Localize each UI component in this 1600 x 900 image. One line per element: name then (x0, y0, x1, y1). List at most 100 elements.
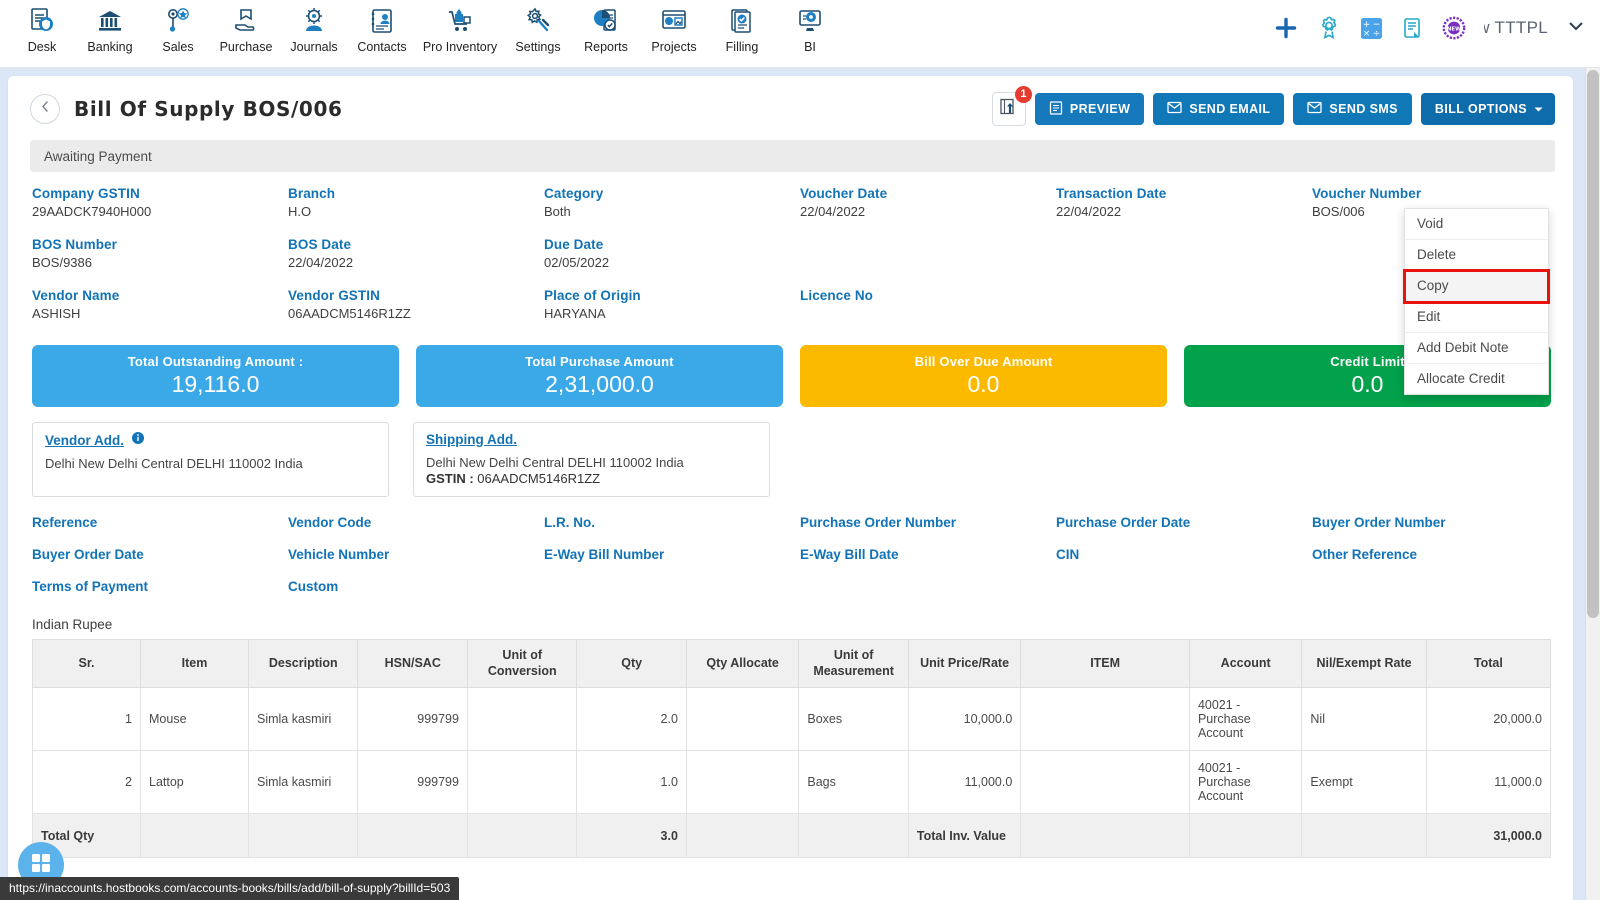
purchase-icon (232, 4, 260, 38)
chevron-down-icon[interactable] (1566, 16, 1586, 41)
reference-row: Reference Vendor Code L.R. No. Purchase … (32, 515, 1555, 530)
notes-icon[interactable] (1401, 17, 1424, 40)
cell-total-qty: 3.0 (576, 813, 687, 859)
field-label: L.R. No. (544, 515, 595, 530)
nav-item-label: Pro Inventory (422, 40, 498, 54)
upload-attachment-button[interactable]: 1 (991, 86, 1032, 126)
field-vehicle-number: Vehicle Number (288, 547, 544, 562)
col-unit-price-rate: Unit Price/Rate (907, 638, 1022, 689)
cell-total: 11,000.0 (1425, 750, 1552, 815)
field-value: HARYANA (544, 306, 606, 321)
plus-icon[interactable] (1274, 16, 1298, 40)
inventory-icon (446, 4, 474, 38)
cell-unit-price: 10,000.0 (907, 687, 1022, 752)
field-label: Other Reference (1312, 547, 1418, 562)
menu-item-edit[interactable]: Edit (1405, 302, 1548, 333)
field-value: H.O (288, 204, 312, 219)
chevron-left-icon (39, 100, 52, 118)
reference-fields-grid: Reference Vendor Code L.R. No. Purchase … (8, 497, 1573, 594)
menu-item-allocate-credit[interactable]: Allocate Credit (1405, 364, 1548, 394)
cell-grand-total: 31,000.0 (1425, 813, 1552, 859)
nav-item-sales[interactable]: Sales (144, 0, 212, 54)
items-table-wrapper: Sr. Item Description HSN/SAC Unit of Con… (8, 638, 1573, 859)
desk-icon (28, 4, 56, 38)
field-label: BOS Number (32, 237, 118, 252)
page-scrollbar[interactable] (1585, 68, 1600, 900)
nav-item-bi[interactable]: BI (776, 0, 844, 54)
nav-item-label: Sales (162, 40, 194, 54)
shipping-gstin: GSTIN : 06AADCM5146R1ZZ (426, 471, 757, 486)
preview-button[interactable]: PREVIEW (1034, 93, 1145, 125)
detail-row: Vendor Name ASHISH Vendor GSTIN 06AADCM5… (32, 288, 1555, 321)
info-icon[interactable] (132, 431, 145, 449)
cell-description: Simla kasmiri (247, 750, 359, 815)
nav-item-reports[interactable]: Reports (572, 0, 640, 54)
field-label: Place of Origin (544, 288, 641, 303)
cell-hsn: 999799 (357, 750, 468, 815)
col-hsn-sac: HSN/SAC (357, 638, 468, 689)
cell-total: 20,000.0 (1425, 687, 1552, 752)
shipping-address-link[interactable]: Shipping Add. (426, 432, 517, 447)
nav-item-pro-inventory[interactable]: Pro Inventory (416, 0, 504, 54)
status-text: Awaiting Payment (44, 148, 152, 164)
field-label: Terms of Payment (32, 579, 149, 594)
field-label: Reference (32, 515, 98, 530)
bill-options-button[interactable]: BILL OPTIONS (1420, 93, 1555, 125)
cell-nil-exempt: Nil (1301, 687, 1427, 752)
back-button[interactable] (30, 94, 60, 124)
field-label: CIN (1056, 547, 1080, 562)
gear-icon[interactable] (1316, 15, 1342, 41)
nav-item-projects[interactable]: Projects (640, 0, 708, 54)
cell-empty (357, 813, 468, 859)
cell-qty: 1.0 (576, 750, 687, 815)
organization-name[interactable]: ew TTTPL (1484, 18, 1548, 38)
nav-item-label: Filling (725, 40, 759, 54)
cell-uom: Bags (798, 750, 909, 815)
table-row: 1 Mouse Simla kasmiri 999799 2.0 Boxes 1… (32, 687, 1552, 752)
cell-empty (466, 813, 578, 859)
calculator-icon[interactable]: + − × ÷ (1360, 17, 1383, 40)
shipping-gstin-label: GSTIN : (426, 471, 474, 486)
nav-item-desk[interactable]: Desk (8, 0, 76, 54)
table-total-row: Total Qty 3.0 Total Inv. Value 31,000.0 (32, 813, 1552, 859)
menu-item-copy[interactable]: Copy (1403, 269, 1550, 304)
field-vendor-code: Vendor Code (288, 515, 544, 530)
nav-item-purchase[interactable]: Purchase (212, 0, 280, 54)
cell-qty: 2.0 (576, 687, 687, 752)
field-purchase-order-date: Purchase Order Date (1056, 515, 1312, 530)
field-label: Buyer Order Date (32, 547, 144, 562)
summary-card-value: 0.0 (967, 371, 1000, 397)
cell-item-link[interactable]: Lattop (140, 750, 249, 815)
nav-item-filling[interactable]: Filling (708, 0, 776, 54)
send-sms-button[interactable]: SEND SMS (1293, 93, 1412, 125)
field-label: BOS Date (288, 237, 352, 252)
nav-item-journals[interactable]: Journals (280, 0, 348, 54)
col-sr: Sr. (32, 638, 141, 689)
table-header-row: Sr. Item Description HSN/SAC Unit of Con… (32, 638, 1552, 689)
nav-item-settings[interactable]: Settings (504, 0, 572, 54)
field-label: Vendor Code (288, 515, 372, 530)
field-label: E-Way Bill Date (800, 547, 899, 562)
menu-item-delete[interactable]: Delete (1405, 240, 1548, 271)
cell-item-link[interactable]: Mouse (140, 687, 249, 752)
nav-item-contacts[interactable]: Contacts (348, 0, 416, 54)
field-bos-date: BOS Date 22/04/2022 (288, 237, 544, 270)
field-label: Vendor Name (32, 288, 120, 303)
nav-item-banking[interactable]: Banking (76, 0, 144, 54)
cell-description: Simla kasmiri (247, 687, 359, 752)
vendor-address-link[interactable]: Vendor Add. (45, 433, 124, 448)
header-actions: 1 PREVIEW SEND EMAIL SEND SMS BILL OPTIO… (991, 86, 1555, 126)
menu-item-void[interactable]: Void (1405, 209, 1548, 240)
nav-item-label: BI (804, 40, 816, 54)
send-email-button[interactable]: SEND EMAIL (1153, 93, 1285, 125)
field-company-gstin: Company GSTIN 29AADCK7940H000 (32, 186, 288, 219)
field-branch: Branch H.O (288, 186, 544, 219)
menu-item-add-debit-note[interactable]: Add Debit Note (1405, 333, 1548, 364)
new-badge-icon[interactable]: NEW (1442, 16, 1466, 40)
field-value: 22/04/2022 (1056, 204, 1122, 219)
page-scrollbar-thumb[interactable] (1587, 70, 1599, 618)
field-label: Buyer Order Number (1312, 515, 1446, 530)
field-value: 22/04/2022 (800, 204, 866, 219)
col-total: Total (1425, 638, 1552, 689)
col-item: Item (140, 638, 249, 689)
